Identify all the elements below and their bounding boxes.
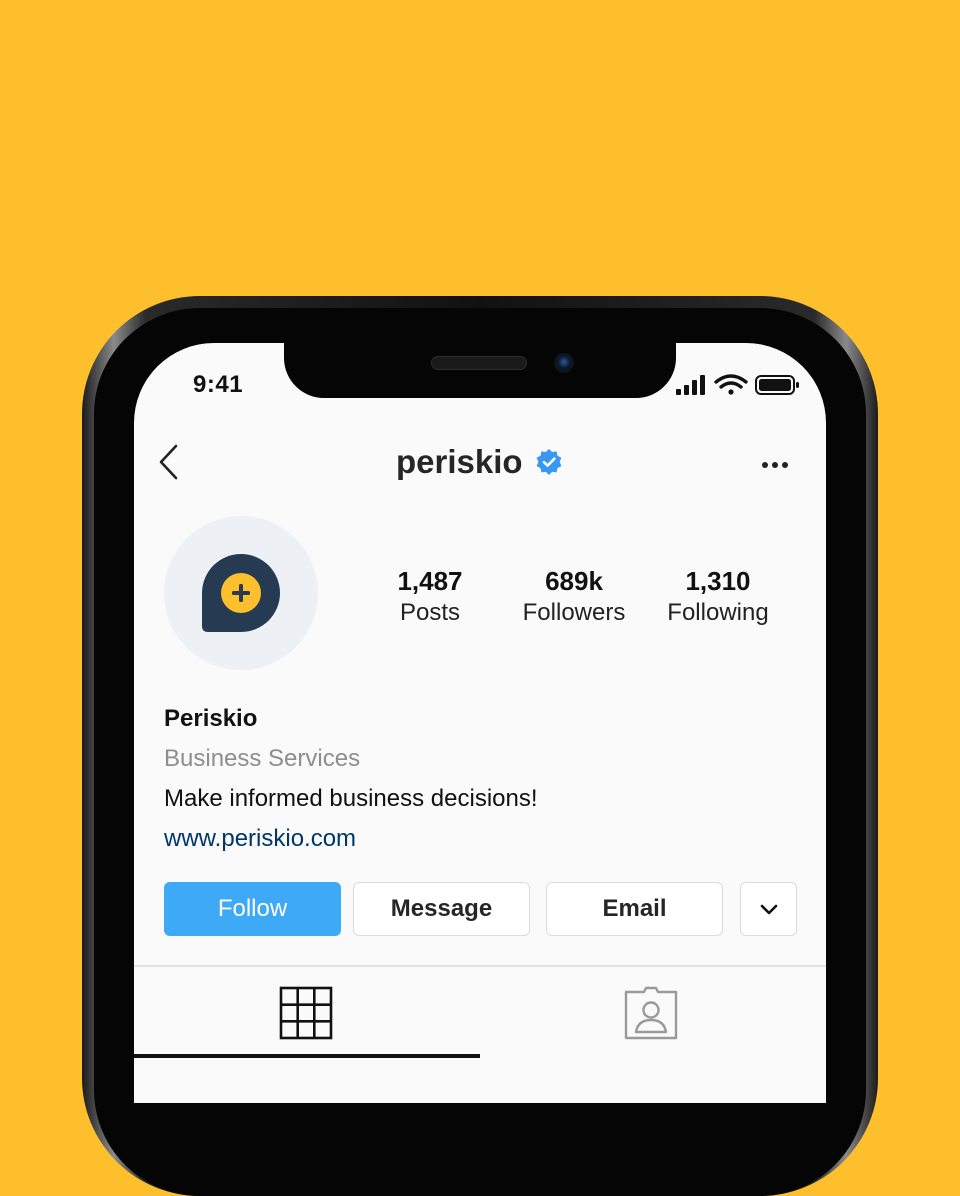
stat-value: 689k <box>545 566 603 596</box>
stat-value: 1,310 <box>685 566 751 596</box>
periskio-logo-icon <box>202 554 280 632</box>
email-button[interactable]: Email <box>546 882 723 936</box>
stat-value: 1,487 <box>397 566 463 596</box>
tagged-user-icon[interactable] <box>624 986 678 1040</box>
stat-label: Following <box>667 599 769 626</box>
follow-button[interactable]: Follow <box>164 882 341 936</box>
stat-followers[interactable]: 689k Followers <box>512 566 636 630</box>
status-time: 9:41 <box>193 371 244 398</box>
profile-bio: Make informed business decisions! <box>164 785 538 812</box>
profile-display-name: Periskio <box>164 705 258 732</box>
front-camera <box>554 353 574 373</box>
profile-category: Business Services <box>164 745 361 772</box>
back-chevron-icon[interactable] <box>154 440 184 484</box>
active-tab-indicator <box>134 1054 480 1058</box>
profile-username: periskio <box>396 443 523 480</box>
suggested-accounts-button[interactable] <box>740 882 797 936</box>
signal-icon <box>676 375 705 395</box>
stat-following[interactable]: 1,310 Following <box>656 566 780 630</box>
more-options-icon[interactable] <box>758 452 794 476</box>
wifi-icon <box>714 374 748 395</box>
speaker-grille <box>431 356 527 370</box>
grid-icon[interactable] <box>279 986 333 1040</box>
battery-icon <box>755 375 799 395</box>
stat-label: Posts <box>399 599 461 626</box>
profile-website-link[interactable]: www.periskio.com <box>164 825 356 853</box>
status-icons <box>676 374 799 395</box>
stat-posts[interactable]: 1,487 Posts <box>380 566 480 630</box>
verified-badge-icon <box>536 449 561 475</box>
tab-divider <box>134 965 826 967</box>
chevron-down-icon <box>760 904 777 915</box>
stat-label: Followers <box>522 599 626 626</box>
message-button[interactable]: Message <box>353 882 530 936</box>
profile-header-title: periskio <box>396 441 563 483</box>
profile-avatar[interactable] <box>164 516 318 670</box>
